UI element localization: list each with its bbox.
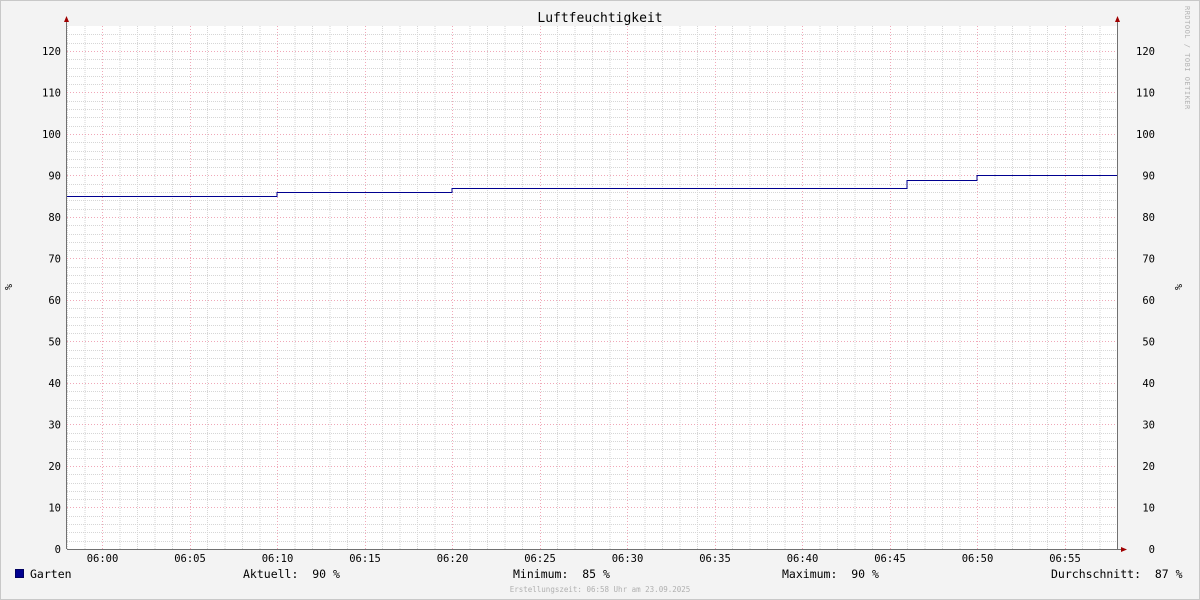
y-tick-label: 40 xyxy=(1142,378,1155,390)
stat-maximum: Maximum: 90 % xyxy=(782,567,879,581)
y-tick-label: 110 xyxy=(1136,87,1155,99)
legend: Garten Aktuell: 90 % Minimum: 85 % Maxim… xyxy=(0,567,1200,583)
y-tick-labels-right: 0 10 20 30 40 50 60 70 80 90 100 110 120 xyxy=(1136,46,1155,556)
y-tick-label: 10 xyxy=(48,502,61,514)
y-tick-label: 40 xyxy=(48,378,61,390)
y-tick-label: 80 xyxy=(1142,212,1155,224)
y-tick-labels-left: 0 10 20 30 40 50 60 70 80 90 100 110 120 xyxy=(42,46,61,556)
x-tick-label: 06:05 xyxy=(174,553,206,565)
humidity-chart: 0 10 20 30 40 50 60 70 80 90 100 110 120 0 10 20 30 40 50… xyxy=(4,16,1185,565)
x-tick-label: 06:25 xyxy=(524,553,556,565)
y-tick-label: 100 xyxy=(1136,129,1155,141)
watermark: RRDTOOL / TOBI OETIKER xyxy=(1183,6,1191,110)
y-tick-label: 30 xyxy=(48,419,61,431)
x-tick-label: 06:15 xyxy=(349,553,381,565)
y-tick-label: 120 xyxy=(1136,46,1155,58)
y-tick-label: 100 xyxy=(42,129,61,141)
stat-minimum: Minimum: 85 % xyxy=(513,567,610,581)
y-tick-label: 0 xyxy=(55,544,61,556)
x-tick-label: 06:50 xyxy=(962,553,994,565)
x-tick-label: 06:30 xyxy=(612,553,644,565)
y-tick-label: 60 xyxy=(1142,295,1155,307)
x-tick-label: 06:10 xyxy=(262,553,294,565)
y-tick-label: 110 xyxy=(42,87,61,99)
y-axis-label-left: % xyxy=(4,284,15,290)
x-tick-label: 06:00 xyxy=(87,553,119,565)
x-tick-label: 06:20 xyxy=(437,553,469,565)
x-tick-label: 06:40 xyxy=(787,553,819,565)
x-axis-arrow xyxy=(1121,547,1127,552)
stat-current: Aktuell: 90 % xyxy=(243,567,340,581)
legend-series-name: Garten xyxy=(30,567,72,581)
y-tick-label: 30 xyxy=(1142,419,1155,431)
y-tick-label: 50 xyxy=(48,336,61,348)
x-tick-labels: 06:00 06:05 06:10 06:15 06:20 06:25 06:30 06:35… xyxy=(87,553,1081,565)
y-tick-label: 20 xyxy=(1142,461,1155,473)
y-tick-label: 60 xyxy=(48,295,61,307)
x-tick-label: 06:45 xyxy=(874,553,906,565)
y-tick-label: 50 xyxy=(1142,336,1155,348)
y-tick-label: 70 xyxy=(1142,253,1155,265)
chart-title: Luftfeuchtigkeit xyxy=(537,11,663,26)
y-tick-label: 10 xyxy=(1142,502,1155,514)
x-tick-label: 06:55 xyxy=(1049,553,1081,565)
y-tick-label: 0 xyxy=(1149,544,1155,556)
creation-timestamp: Erstellungszeit: 06:58 Uhr am 23.09.2025 xyxy=(509,585,691,594)
y-axis-label-right: % xyxy=(1174,284,1185,290)
y-tick-label: 80 xyxy=(48,212,61,224)
x-tick-label: 06:35 xyxy=(699,553,731,565)
y-tick-label: 20 xyxy=(48,461,61,473)
y-tick-label: 70 xyxy=(48,253,61,265)
y-tick-label: 120 xyxy=(42,46,61,58)
legend-swatch-garten xyxy=(15,569,24,578)
stat-average: Durchschnitt: 87 % xyxy=(1051,567,1183,581)
y-tick-label: 90 xyxy=(1142,170,1155,182)
y-tick-label: 90 xyxy=(48,170,61,182)
